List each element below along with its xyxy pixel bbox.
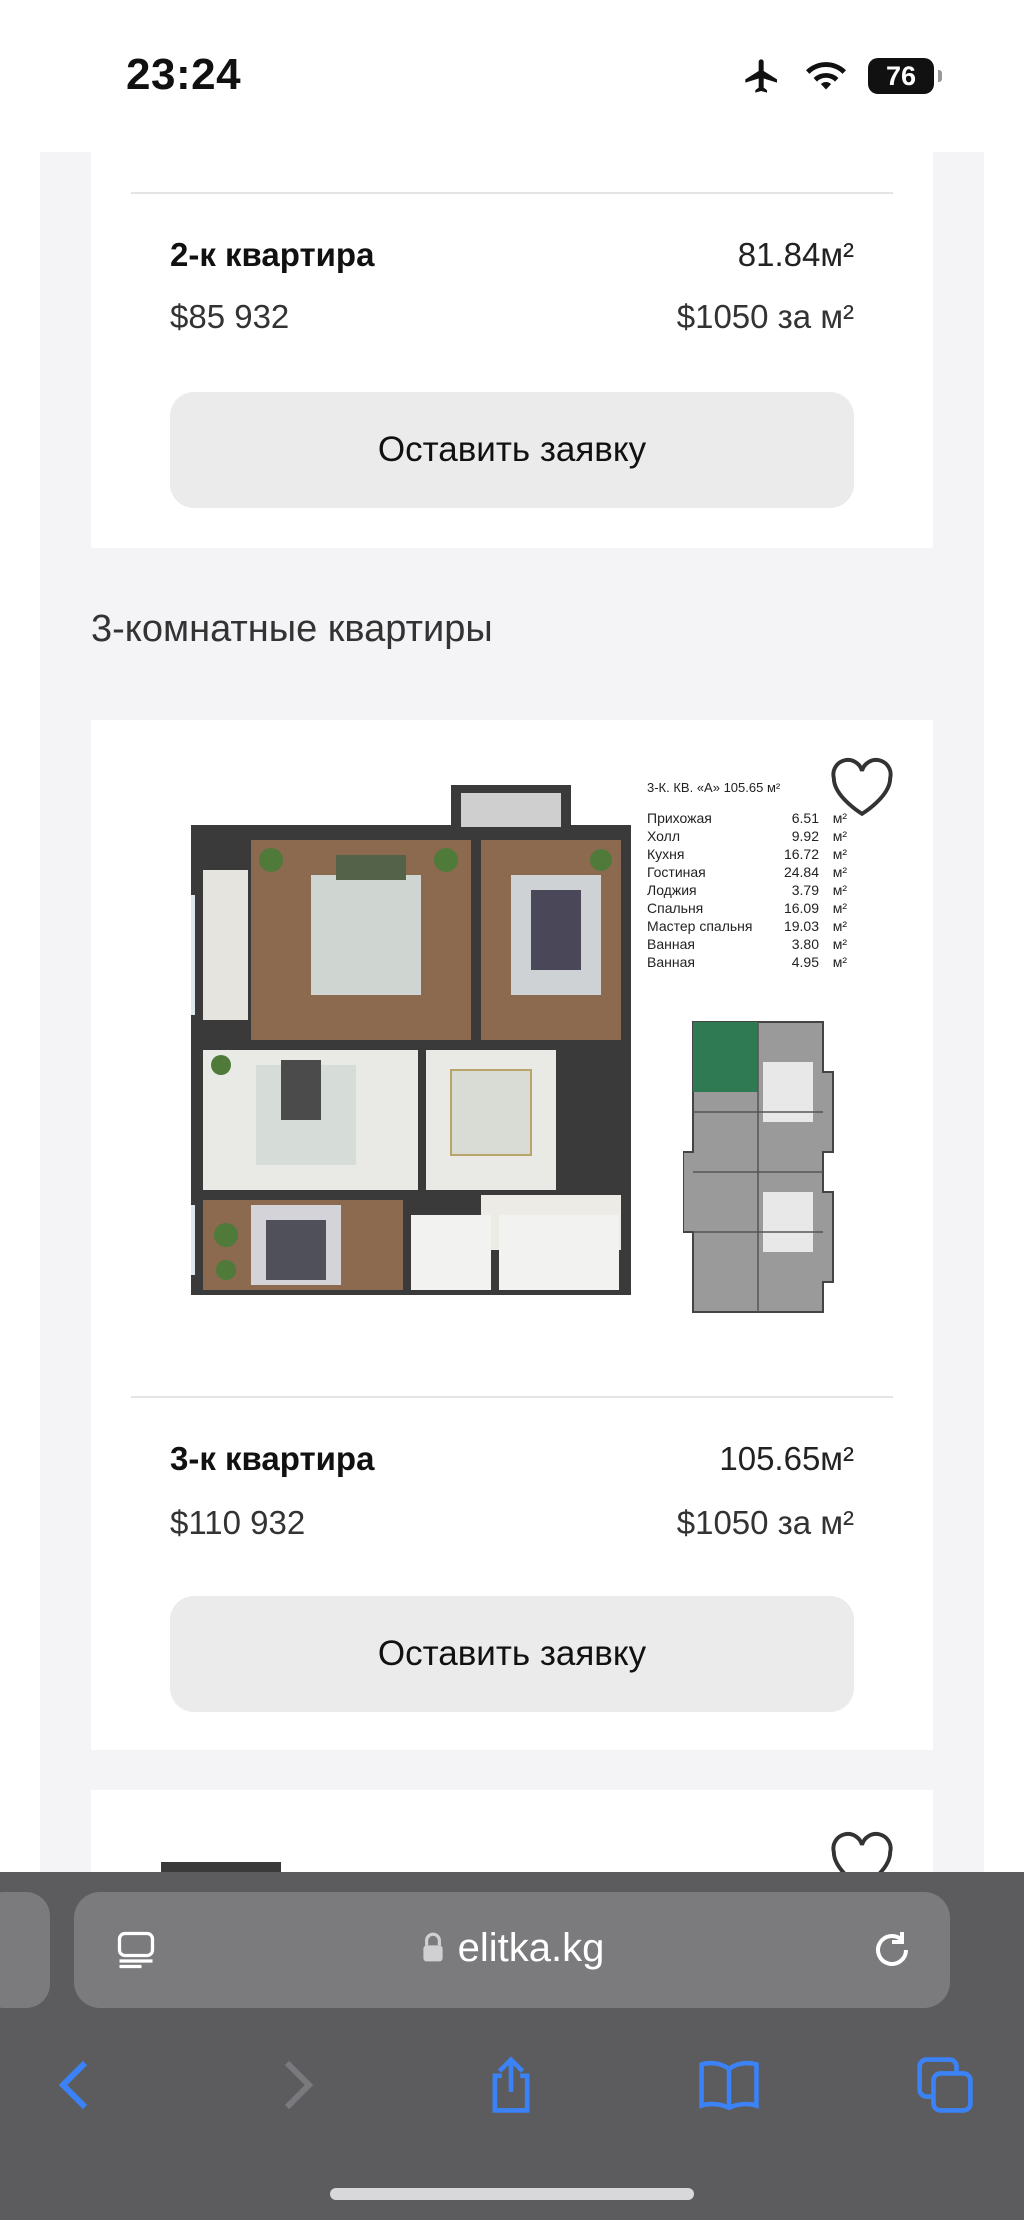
section-title: 3-комнатные квартиры — [91, 608, 493, 650]
price-per-m2: $1050 за м² — [676, 1504, 854, 1541]
url-display: elitka.kg — [74, 1926, 950, 1971]
legend-row: Прихожая 6.51 м² — [647, 810, 847, 826]
tabs-icon — [917, 2057, 973, 2113]
legend-row: Ванная 4.95 м² — [647, 954, 847, 970]
legend-row: Мастер спальня 19.03 м² — [647, 918, 847, 934]
status-time: 23:24 — [126, 50, 242, 99]
building-key-plan — [683, 1021, 834, 1313]
floor-plan-image — [191, 785, 631, 1295]
request-button[interactable]: Оставить заявку — [170, 1596, 854, 1712]
lock-icon — [423, 1932, 443, 1962]
url-text: elitka.kg — [457, 1926, 605, 1970]
status-icons: 76 — [740, 56, 942, 96]
legend-row: Холл 9.92 м² — [647, 828, 847, 844]
reload-icon[interactable] — [868, 1926, 916, 1974]
legend-row: Лоджия 3.79 м² — [647, 882, 847, 898]
apartment-price: $85 932 — [170, 298, 290, 335]
apartment-price: $110 932 — [170, 1504, 306, 1541]
status-bar: 23:24 76 — [0, 0, 1024, 152]
apartment-title: 3-к квартира — [170, 1440, 375, 1477]
listing-card-3room: 3-К. КВ. «А» 105.65 м² Прихожая 6.51 м² Хо… — [91, 720, 933, 1750]
share-button[interactable] — [466, 2040, 556, 2130]
wifi-icon — [806, 62, 846, 90]
listing-card-2room: 2-к квартира 81.84м² $85 932 $1050 за м²… — [91, 152, 933, 548]
browser-toolbar: elitka.kg — [0, 1872, 1024, 2220]
card-divider — [131, 1396, 893, 1398]
apartment-area: 105.65м² — [719, 1440, 854, 1477]
room-legend: 3-К. КВ. «А» 105.65 м² Прихожая 6.51 м² Хо… — [647, 780, 847, 971]
forward-icon — [284, 2060, 314, 2110]
bookmarks-button[interactable] — [684, 2040, 774, 2130]
apartment-title: 2-к квартира — [170, 236, 375, 273]
back-button[interactable] — [30, 2040, 120, 2130]
forward-button[interactable] — [252, 2040, 342, 2130]
battery-icon: 76 — [868, 58, 942, 94]
price-per-m2: $1050 за м² — [676, 298, 854, 335]
bookmarks-icon — [699, 2060, 759, 2111]
previous-tab[interactable] — [0, 1892, 50, 2008]
legend-row: Ванная 3.80 м² — [647, 936, 847, 952]
address-bar[interactable]: elitka.kg — [74, 1892, 950, 2008]
plan-heading: 3-К. КВ. «А» 105.65 м² — [647, 780, 781, 795]
request-button[interactable]: Оставить заявку — [170, 392, 854, 508]
share-icon — [492, 2056, 530, 2113]
airplane-icon — [745, 59, 777, 93]
tabs-button[interactable] — [900, 2040, 990, 2130]
back-icon — [58, 2060, 88, 2110]
legend-row: Гостиная 24.84 м² — [647, 864, 847, 880]
card-divider — [131, 192, 893, 194]
home-indicator — [330, 2188, 694, 2200]
legend-row: Кухня 16.72 м² — [647, 846, 847, 862]
legend-row: Спальня 16.09 м² — [647, 900, 847, 916]
apartment-area: 81.84м² — [737, 236, 854, 273]
